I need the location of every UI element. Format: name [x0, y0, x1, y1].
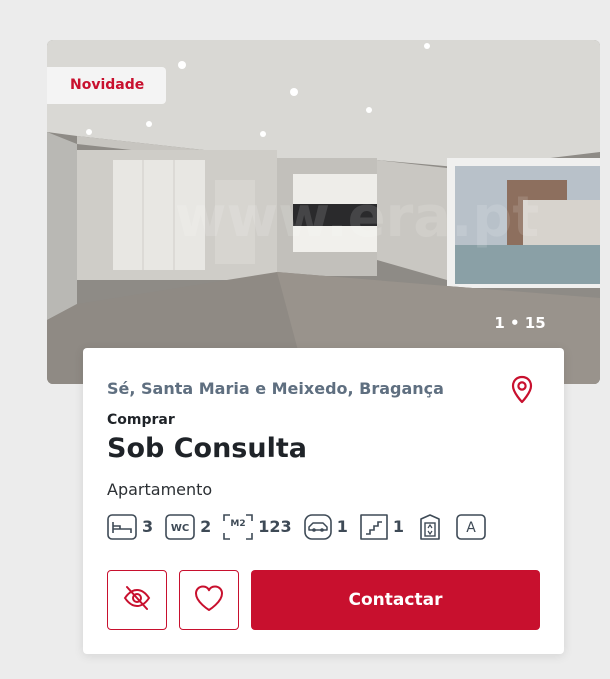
operation-label: Comprar — [107, 412, 175, 428]
elevator-feature — [416, 514, 444, 540]
bedrooms-feature: 3 — [107, 514, 153, 540]
stairs-icon — [360, 514, 388, 540]
parking-count: 1 — [336, 517, 348, 536]
watermark: www.era.pt — [175, 185, 539, 250]
eye-off-icon — [122, 583, 152, 617]
map-pin-icon[interactable] — [507, 374, 537, 406]
hide-listing-button[interactable] — [107, 570, 167, 630]
bedrooms-count: 3 — [142, 517, 154, 536]
features-row: 3 WC 2 M2 123 1 1 A — [107, 512, 498, 542]
property-type: Apartamento — [107, 480, 213, 499]
parking-feature: 1 — [303, 514, 348, 540]
price: Sob Consulta — [107, 433, 307, 464]
bathrooms-count: 2 — [200, 517, 212, 536]
favorite-button[interactable] — [179, 570, 239, 630]
floor-number: 1 — [392, 517, 404, 536]
area-icon-label: M2 — [231, 519, 246, 529]
new-badge: Novidade — [47, 67, 167, 104]
elevator-icon — [416, 514, 444, 540]
car-icon — [303, 514, 332, 540]
floor-feature: 1 — [360, 514, 404, 540]
area-feature: M2 123 — [223, 514, 292, 540]
wc-icon-label: WC — [171, 523, 189, 534]
area-value: 123 — [258, 517, 292, 536]
heart-icon — [193, 583, 225, 617]
bed-icon — [107, 514, 137, 540]
energy-rating: A — [466, 520, 476, 536]
location-text: Sé, Santa Maria e Meixedo, Bragança — [107, 379, 444, 398]
energy-feature: A — [456, 514, 486, 540]
photo-counter: 1 • 15 — [494, 314, 546, 332]
contact-button[interactable]: Contactar — [251, 570, 540, 630]
wc-icon: WC — [165, 514, 195, 540]
listing-card[interactable]: Sé, Santa Maria e Meixedo, Bragança Comp… — [83, 348, 564, 654]
bathrooms-feature: WC 2 — [165, 514, 211, 540]
area-icon: M2 — [223, 514, 254, 540]
energy-icon: A — [456, 514, 486, 540]
